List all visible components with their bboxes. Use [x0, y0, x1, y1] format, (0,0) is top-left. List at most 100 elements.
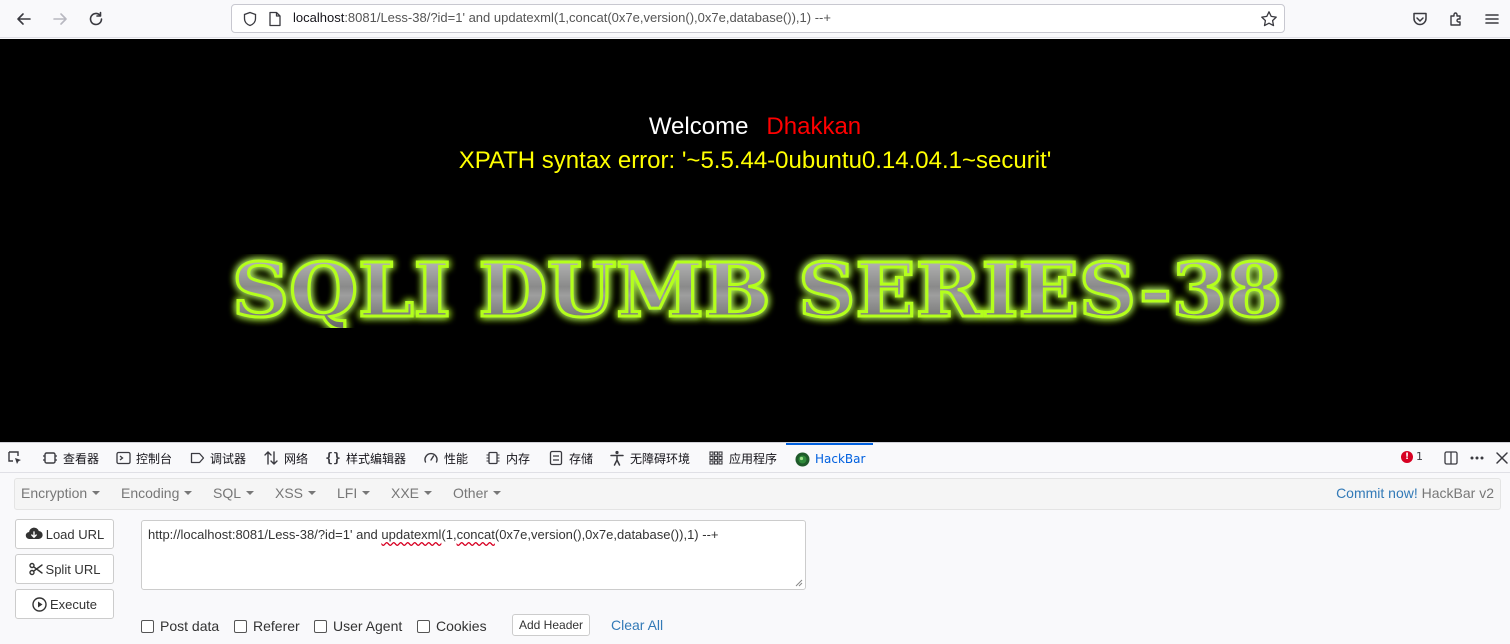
menu-icon[interactable] [1481, 8, 1503, 30]
play-circle-icon [32, 596, 47, 612]
hackbar-options-row: Post data Referer User Agent Cookies Add… [141, 614, 701, 636]
menu-sql[interactable]: SQL [213, 485, 255, 501]
more-options-icon[interactable] [1466, 447, 1488, 469]
load-url-button[interactable]: Load URL [15, 519, 114, 549]
user-agent-checkbox[interactable]: User Agent [314, 618, 402, 634]
tab-memory[interactable]: 内存 [485, 443, 530, 473]
tab-label: 调试器 [210, 451, 247, 466]
menu-xxe[interactable]: XXE [391, 485, 433, 501]
tab-application[interactable]: 应用程序 [708, 443, 777, 473]
checkbox-box[interactable] [417, 619, 430, 633]
checkbox-box[interactable] [314, 619, 327, 633]
execute-button[interactable]: Execute [15, 589, 114, 619]
tab-console[interactable]: 控制台 [115, 443, 172, 473]
storage-icon [548, 450, 564, 466]
tab-label: 无障碍环境 [630, 451, 691, 466]
url-path: :8081/Less-38/?id=1' and updatexml(1,con… [344, 10, 831, 25]
cloud-download-icon [25, 527, 43, 540]
address-bar[interactable]: localhost:8081/Less-38/?id=1' and update… [231, 4, 1285, 33]
menu-xss[interactable]: XSS [275, 485, 317, 501]
url-textarea[interactable]: http://localhost:8081/Less-38/?id=1' and… [141, 520, 806, 590]
menu-label: SQL [213, 485, 242, 501]
hackbar-version: HackBar v2 [1421, 485, 1494, 501]
tab-label: 查看器 [63, 451, 100, 466]
username: Dhakkan [766, 113, 862, 140]
resize-grip-icon[interactable] [794, 578, 803, 587]
checkbox-box[interactable] [234, 619, 247, 633]
performance-icon [423, 450, 439, 466]
page-icon[interactable] [268, 11, 282, 27]
menu-encryption[interactable]: Encryption [21, 485, 101, 501]
welcome-label: Welcome [648, 113, 749, 140]
tab-label: 控制台 [136, 451, 173, 466]
memory-icon [485, 450, 501, 466]
caret-down-icon [493, 491, 502, 495]
banner-text: SQLI DUMB SERIES-38 [232, 254, 1282, 328]
welcome-line: Welcome Dhakkan [0, 113, 1510, 141]
accessibility-icon [609, 450, 625, 466]
hackbar-icon [794, 451, 810, 467]
page-content: Welcome Dhakkan XPATH syntax error: '~5.5… [0, 39, 1510, 442]
menu-label: Encoding [121, 485, 180, 501]
bookmark-star-icon[interactable] [1260, 10, 1278, 28]
tab-label: 存储 [569, 451, 594, 466]
split-url-button[interactable]: Split URL [15, 554, 114, 584]
pocket-icon[interactable] [1409, 8, 1431, 30]
hackbar-menu-bar: Encryption Encoding SQL XSS LFI XXE Othe… [14, 478, 1501, 510]
tab-style-editor[interactable]: {} 样式编辑器 [325, 443, 406, 473]
back-button[interactable] [11, 6, 37, 32]
shield-icon[interactable] [242, 11, 258, 27]
back-arrow-icon [17, 13, 31, 25]
element-picker-button[interactable] [7, 443, 23, 473]
post-data-checkbox[interactable]: Post data [141, 618, 219, 634]
menu-encoding[interactable]: Encoding [121, 485, 193, 501]
tab-label: 网络 [284, 451, 309, 466]
tab-hackbar[interactable]: HackBar [786, 443, 874, 473]
tab-storage[interactable]: 存储 [548, 443, 593, 473]
tab-performance[interactable]: 性能 [423, 443, 468, 473]
dock-side-icon[interactable] [1440, 447, 1462, 469]
url-text-part: updatexml [381, 527, 442, 542]
caret-down-icon [92, 491, 101, 495]
checkbox-label: User Agent [333, 618, 403, 634]
error-counter[interactable]: ! 1 [1401, 450, 1423, 463]
tab-label: HackBar [815, 452, 866, 466]
menu-other[interactable]: Other [453, 485, 502, 501]
menu-label: Encryption [21, 485, 88, 501]
devtools-tab-bar: 查看器 控制台 调试器 网络 {} 样式编辑器 性能 内存 存储 无障碍环境 应… [0, 443, 1510, 473]
picker-icon [7, 450, 23, 466]
button-label: Execute [50, 596, 97, 612]
network-icon [263, 450, 279, 466]
sql-error-message: XPATH syntax error: '~5.5.44-0ubuntu0.14… [458, 147, 1052, 174]
application-icon [708, 450, 724, 466]
referer-checkbox[interactable]: Referer [234, 618, 300, 634]
reload-button[interactable] [83, 6, 109, 32]
console-icon [115, 450, 131, 466]
caret-down-icon [362, 491, 371, 495]
scissors-icon [28, 562, 43, 576]
cookies-checkbox[interactable]: Cookies [417, 618, 487, 634]
debugger-icon [189, 450, 205, 466]
tab-network[interactable]: 网络 [263, 443, 308, 473]
url-text-part: (0x7e,version(),0x7e,database()),1) --+ [494, 527, 719, 542]
commit-now-link[interactable]: Commit now! [1336, 485, 1418, 501]
clear-all-link[interactable]: Clear All [611, 617, 663, 633]
url-text-part: concat [456, 527, 495, 542]
extensions-icon[interactable] [1445, 8, 1467, 30]
tab-inspector[interactable]: 查看器 [42, 443, 99, 473]
close-devtools-icon[interactable] [1491, 447, 1510, 469]
tab-label: 样式编辑器 [346, 451, 407, 466]
reload-icon [89, 11, 103, 26]
checkbox-label: Cookies [436, 618, 487, 634]
menu-lfi[interactable]: LFI [337, 485, 371, 501]
tab-debugger[interactable]: 调试器 [189, 443, 246, 473]
checkbox-label: Post data [160, 618, 220, 634]
add-header-button[interactable]: Add Header [512, 614, 591, 636]
checkbox-box[interactable] [141, 619, 154, 633]
url-text[interactable]: localhost:8081/Less-38/?id=1' and update… [293, 10, 831, 25]
tab-label: 性能 [444, 451, 469, 466]
tab-accessibility[interactable]: 无障碍环境 [609, 443, 690, 473]
forward-button[interactable] [47, 6, 73, 32]
menu-label: LFI [337, 485, 358, 501]
button-label: Split URL [45, 561, 101, 577]
